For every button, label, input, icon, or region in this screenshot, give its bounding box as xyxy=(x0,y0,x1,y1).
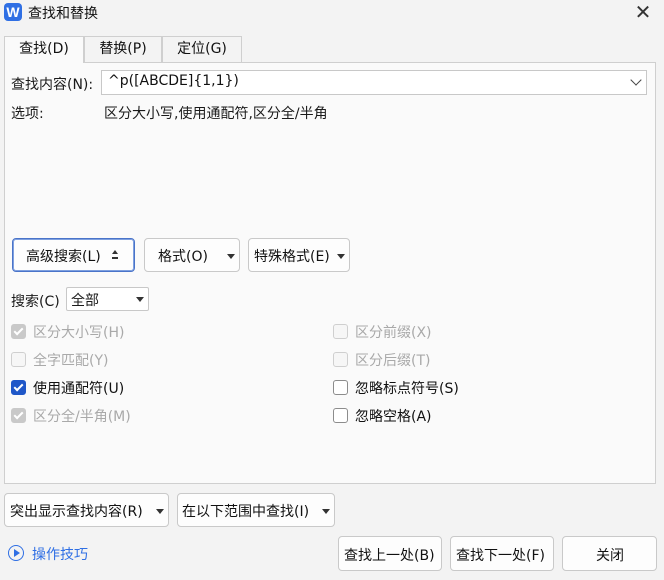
find-what-label: 查找内容(N): xyxy=(11,77,94,93)
match-case-label: 区分大小写(H) xyxy=(33,325,125,341)
collapse-icon xyxy=(112,250,120,262)
match-suffix-label: 区分后缀(T) xyxy=(355,353,431,369)
chevron-down-icon[interactable] xyxy=(630,74,642,86)
full-half-width-label: 区分全/半角(M) xyxy=(33,409,131,425)
find-previous-button[interactable]: 查找上一处(B) xyxy=(338,536,442,571)
format-button[interactable]: 格式(O) xyxy=(144,238,240,272)
ignore-punctuation-checkbox[interactable] xyxy=(333,380,348,395)
dropdown-arrow-icon xyxy=(337,254,345,259)
search-scope-value: 全部 xyxy=(71,293,99,309)
wildcards-label: 使用通配符(U) xyxy=(33,381,125,397)
format-label: 格式(O) xyxy=(158,249,208,265)
find-next-button[interactable]: 查找下一处(F) xyxy=(450,536,554,571)
wildcards-checkbox[interactable] xyxy=(11,380,26,395)
advanced-search-label: 高级搜索(L) xyxy=(26,249,101,265)
find-in-label: 在以下范围中查找(I) xyxy=(182,504,310,520)
highlight-results-button[interactable]: 突出显示查找内容(R) xyxy=(4,493,169,527)
match-prefix-checkbox[interactable] xyxy=(333,324,348,339)
find-what-value: ^p([ABCDE]{1,1}) xyxy=(108,73,239,89)
search-scope-select[interactable]: 全部 xyxy=(66,287,149,311)
whole-word-label: 全字匹配(Y) xyxy=(33,353,109,369)
highlight-results-label: 突出显示查找内容(R) xyxy=(10,504,143,520)
tab-find[interactable]: 查找(D) xyxy=(4,36,84,63)
ignore-spaces-label: 忽略空格(A) xyxy=(355,409,432,425)
match-suffix-checkbox[interactable] xyxy=(333,352,348,367)
dropdown-arrow-icon xyxy=(156,509,164,514)
find-in-button[interactable]: 在以下范围中查找(I) xyxy=(177,493,335,527)
match-prefix-label: 区分前缀(X) xyxy=(355,325,432,341)
dropdown-arrow-icon xyxy=(136,297,144,302)
full-half-width-checkbox[interactable] xyxy=(11,408,26,423)
match-case-checkbox[interactable] xyxy=(11,324,26,339)
close-icon[interactable]: ✕ xyxy=(628,0,658,24)
close-label: 关闭 xyxy=(596,548,624,564)
ignore-punctuation-label: 忽略标点符号(S) xyxy=(355,381,459,397)
close-button[interactable]: 关闭 xyxy=(562,536,657,571)
play-circle-icon[interactable] xyxy=(8,545,24,561)
title-bar: W 查找和替换 ✕ xyxy=(0,0,664,26)
options-summary: 区分大小写,使用通配符,区分全/半角 xyxy=(104,106,328,122)
advanced-search-button[interactable]: 高级搜索(L) xyxy=(12,238,135,272)
dropdown-arrow-icon xyxy=(227,254,235,259)
dropdown-arrow-icon xyxy=(322,509,330,514)
special-format-button[interactable]: 特殊格式(E) xyxy=(248,238,350,272)
find-what-input[interactable]: ^p([ABCDE]{1,1}) xyxy=(101,70,647,95)
search-scope-label: 搜索(C) xyxy=(11,294,60,310)
ignore-spaces-checkbox[interactable] xyxy=(333,408,348,423)
find-next-label: 查找下一处(F) xyxy=(456,548,545,564)
special-format-label: 特殊格式(E) xyxy=(254,249,330,265)
tips-link[interactable]: 操作技巧 xyxy=(32,544,88,564)
tab-goto[interactable]: 定位(G) xyxy=(162,36,242,62)
options-label: 选项: xyxy=(11,106,44,122)
window-title: 查找和替换 xyxy=(28,6,98,22)
tab-replace[interactable]: 替换(P) xyxy=(84,36,162,62)
find-previous-label: 查找上一处(B) xyxy=(344,548,435,564)
whole-word-checkbox[interactable] xyxy=(11,352,26,367)
app-logo-icon: W xyxy=(4,3,22,21)
